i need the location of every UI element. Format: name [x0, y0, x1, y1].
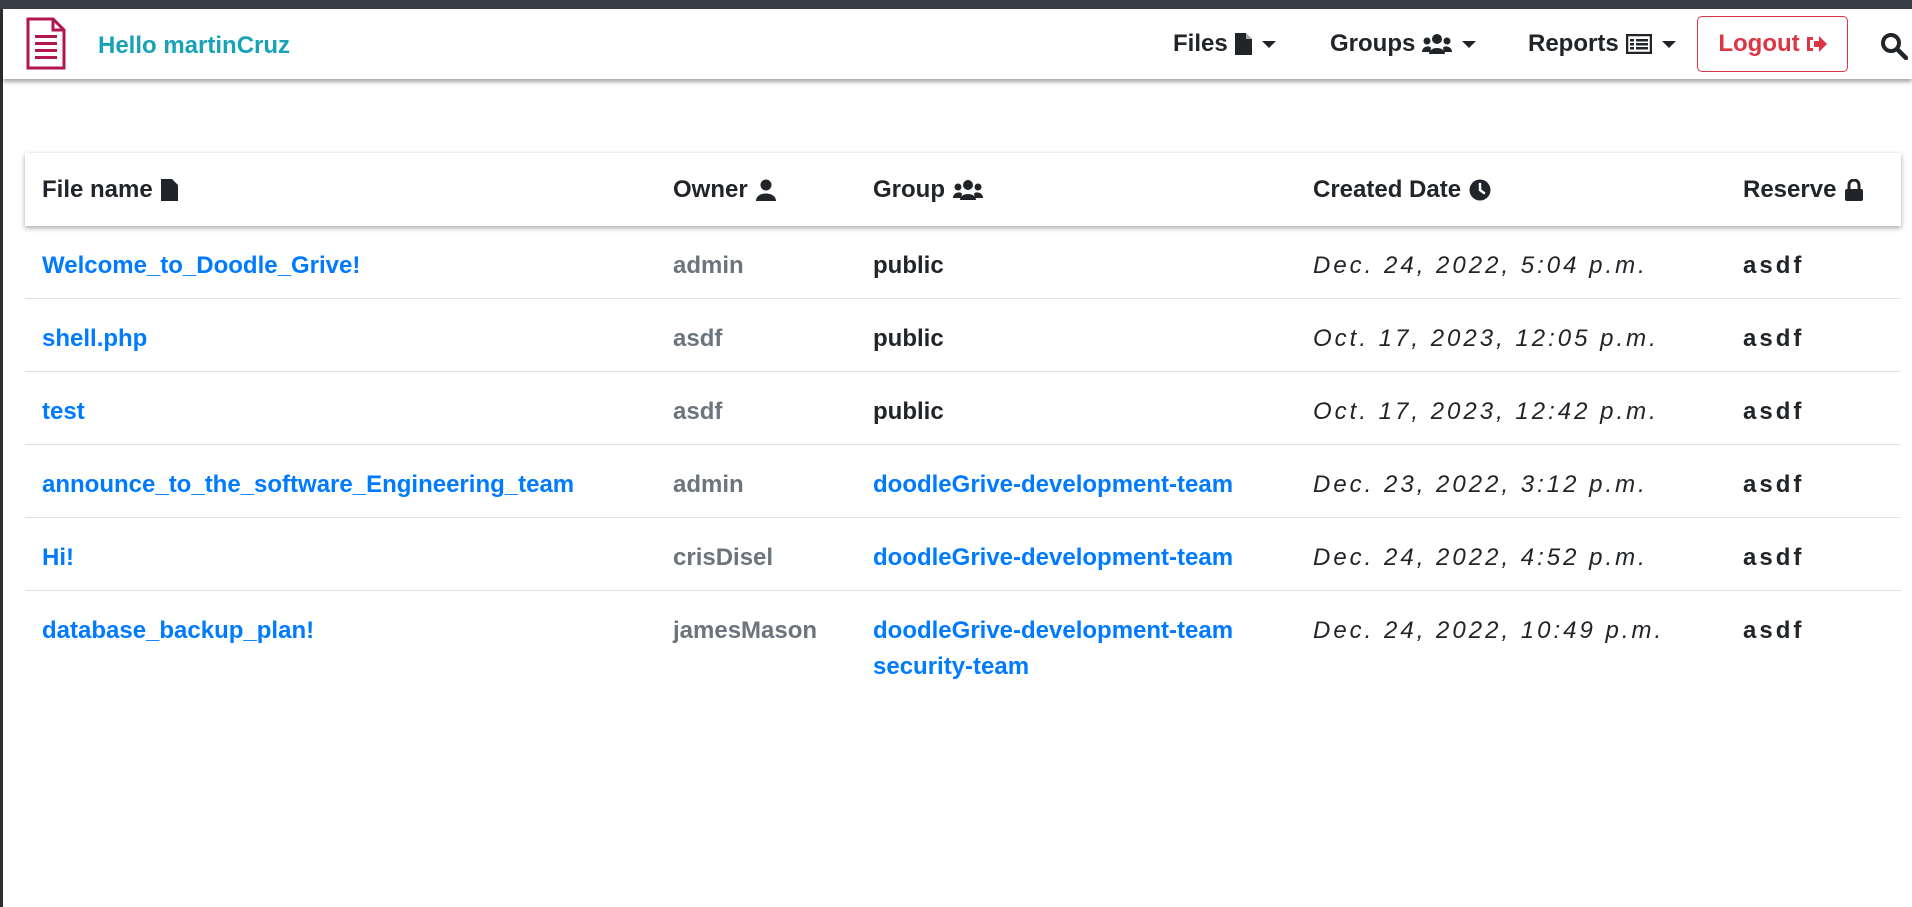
group-link[interactable]: doodleGrive-development-team: [873, 467, 1233, 503]
owner-cell: admin: [673, 252, 744, 279]
file-icon: [160, 178, 178, 201]
file-name-link[interactable]: Hi!: [42, 540, 74, 576]
table-row: Welcome_to_Doodle_Grive! admin public Dec. …: [25, 226, 1901, 299]
table-list-icon: [1625, 34, 1652, 54]
clock-icon: [1469, 179, 1491, 201]
table-row: test asdf public Oct. 17, 2023, 12:42 p.m. a…: [25, 372, 1901, 445]
file-name-link[interactable]: test: [42, 394, 85, 430]
created-date-cell: Dec. 24, 2022, 4:52 p.m.: [1313, 544, 1648, 571]
group-label: public: [873, 325, 944, 352]
reports-label: Reports: [1528, 30, 1619, 57]
created-date-cell: Dec. 24, 2022, 5:04 p.m.: [1313, 252, 1648, 279]
group-cell: doodleGrive-development-team: [873, 467, 1233, 503]
file-name-link[interactable]: announce_to_the_software_Engineering_tea…: [42, 467, 574, 503]
created-date-cell: Oct. 17, 2023, 12:05 p.m.: [1313, 325, 1659, 352]
files-label: Files: [1173, 30, 1228, 57]
document-list-icon[interactable]: [25, 16, 67, 71]
navbar: Hello martinCruz Files Groups Reports Lo…: [3, 9, 1912, 79]
reserve-cell: asdf: [1743, 325, 1805, 352]
group-cell: public: [873, 321, 944, 357]
column-label: Group: [873, 175, 945, 203]
column-header-file-name[interactable]: File name: [42, 153, 178, 226]
group-label: public: [873, 252, 944, 279]
window-left-edge: [0, 9, 3, 907]
created-date-cell: Dec. 23, 2022, 3:12 p.m.: [1313, 471, 1648, 498]
column-label: File name: [42, 175, 153, 203]
group-cell: doodleGrive-development-team security-tea…: [873, 613, 1233, 685]
group-link[interactable]: security-team: [873, 649, 1233, 685]
chevron-down-icon: [1462, 40, 1477, 48]
chevron-down-icon: [1661, 40, 1676, 48]
column-header-group[interactable]: Group: [873, 153, 983, 226]
group-cell: public: [873, 394, 944, 430]
chevron-down-icon: [1261, 40, 1276, 48]
table-header: File name Owner Group Created Date Reser…: [25, 153, 1901, 226]
lock-icon: [1844, 178, 1864, 201]
owner-cell: jamesMason: [673, 617, 818, 644]
file-icon: [1234, 33, 1252, 55]
users-icon: [953, 179, 983, 200]
table-row: database_backup_plan! jamesMason doodleGri…: [25, 591, 1901, 691]
column-label: Owner: [673, 175, 748, 203]
files-table: File name Owner Group Created Date Reser…: [25, 153, 1901, 691]
file-name-link[interactable]: database_backup_plan!: [42, 613, 314, 649]
column-label: Created Date: [1313, 175, 1462, 203]
users-icon: [1422, 34, 1453, 54]
owner-cell: crisDisel: [673, 544, 774, 571]
owner-cell: asdf: [673, 325, 723, 352]
sign-out-icon: [1805, 34, 1827, 54]
logout-button[interactable]: Logout: [1697, 16, 1848, 72]
group-label: public: [873, 398, 944, 425]
file-name-link[interactable]: shell.php: [42, 321, 147, 357]
user-icon: [755, 179, 776, 201]
reserve-cell: asdf: [1743, 398, 1805, 425]
table-body: Welcome_to_Doodle_Grive! admin public Dec. …: [25, 226, 1901, 691]
reserve-cell: asdf: [1743, 252, 1805, 279]
column-header-reserve[interactable]: Reserve: [1743, 153, 1864, 226]
column-header-owner[interactable]: Owner: [673, 153, 776, 226]
reports-dropdown[interactable]: Reports: [1528, 30, 1676, 58]
table-row: announce_to_the_software_Engineering_tea…: [25, 445, 1901, 518]
file-name-link[interactable]: Welcome_to_Doodle_Grive!: [42, 248, 360, 284]
group-cell: public: [873, 248, 944, 284]
search-icon[interactable]: [1880, 32, 1908, 60]
created-date-cell: Oct. 17, 2023, 12:42 p.m.: [1313, 398, 1659, 425]
group-link[interactable]: doodleGrive-development-team: [873, 540, 1233, 576]
browser-top-strip: [0, 0, 1912, 9]
files-dropdown[interactable]: Files: [1173, 30, 1276, 58]
table-row: Hi! crisDisel doodleGrive-development-team…: [25, 518, 1901, 591]
group-link[interactable]: doodleGrive-development-team: [873, 613, 1233, 649]
group-cell: doodleGrive-development-team: [873, 540, 1233, 576]
table-row: shell.php asdf public Oct. 17, 2023, 12:05 …: [25, 299, 1901, 372]
reserve-cell: asdf: [1743, 471, 1805, 498]
owner-cell: asdf: [673, 398, 723, 425]
greeting[interactable]: Hello martinCruz: [98, 32, 290, 60]
column-header-created-date[interactable]: Created Date: [1313, 153, 1491, 226]
reserve-cell: asdf: [1743, 617, 1805, 644]
logout-label: Logout: [1718, 30, 1800, 57]
groups-label: Groups: [1330, 30, 1416, 57]
reserve-cell: asdf: [1743, 544, 1805, 571]
column-label: Reserve: [1743, 175, 1837, 203]
created-date-cell: Dec. 24, 2022, 10:49 p.m.: [1313, 617, 1665, 644]
owner-cell: admin: [673, 471, 744, 498]
groups-dropdown[interactable]: Groups: [1330, 30, 1477, 58]
